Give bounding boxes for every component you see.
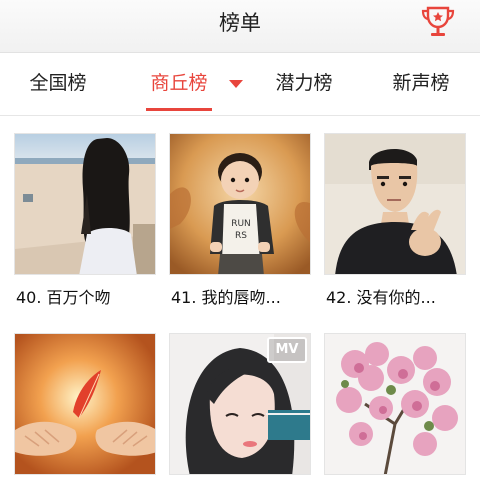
active-tab-indicator <box>146 108 212 111</box>
top-bar: 榜单 <box>0 0 480 53</box>
song-title: 42. 没有你的... <box>326 288 436 307</box>
mv-badge: MV <box>267 337 307 363</box>
cover-image <box>324 333 466 475</box>
chevron-down-icon[interactable] <box>229 80 243 88</box>
song-title: 40. 百万个吻 <box>16 288 111 307</box>
cover-image <box>14 333 156 475</box>
cover-image: RUN RS <box>169 133 311 275</box>
svg-text:RUN: RUN <box>231 219 251 229</box>
trophy-icon[interactable] <box>418 2 458 42</box>
song-title: 41. 我的唇吻... <box>171 288 281 307</box>
page-title: 榜单 <box>219 11 261 35</box>
tab-new-voice[interactable]: 新声榜 <box>385 53 457 113</box>
tab-potential[interactable]: 潜力榜 <box>268 53 340 113</box>
tab-national[interactable]: 全国榜 <box>22 53 94 113</box>
tab-shangqiu[interactable]: 商丘榜 <box>142 53 216 113</box>
cover-image <box>324 133 466 275</box>
cover-image <box>14 133 156 275</box>
svg-text:RS: RS <box>235 231 247 241</box>
